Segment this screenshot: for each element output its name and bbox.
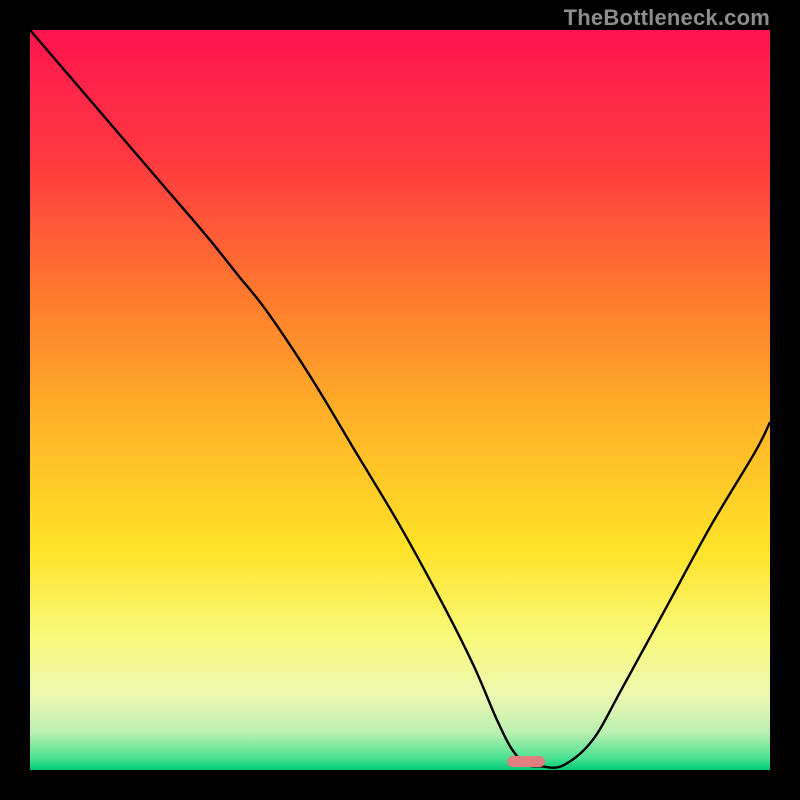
chart-frame: TheBottleneck.com [0,0,800,800]
optimum-marker [507,756,545,767]
curve-layer [30,30,770,770]
plot-area [30,30,770,770]
watermark-text: TheBottleneck.com [564,5,770,31]
bottleneck-curve [30,30,770,768]
